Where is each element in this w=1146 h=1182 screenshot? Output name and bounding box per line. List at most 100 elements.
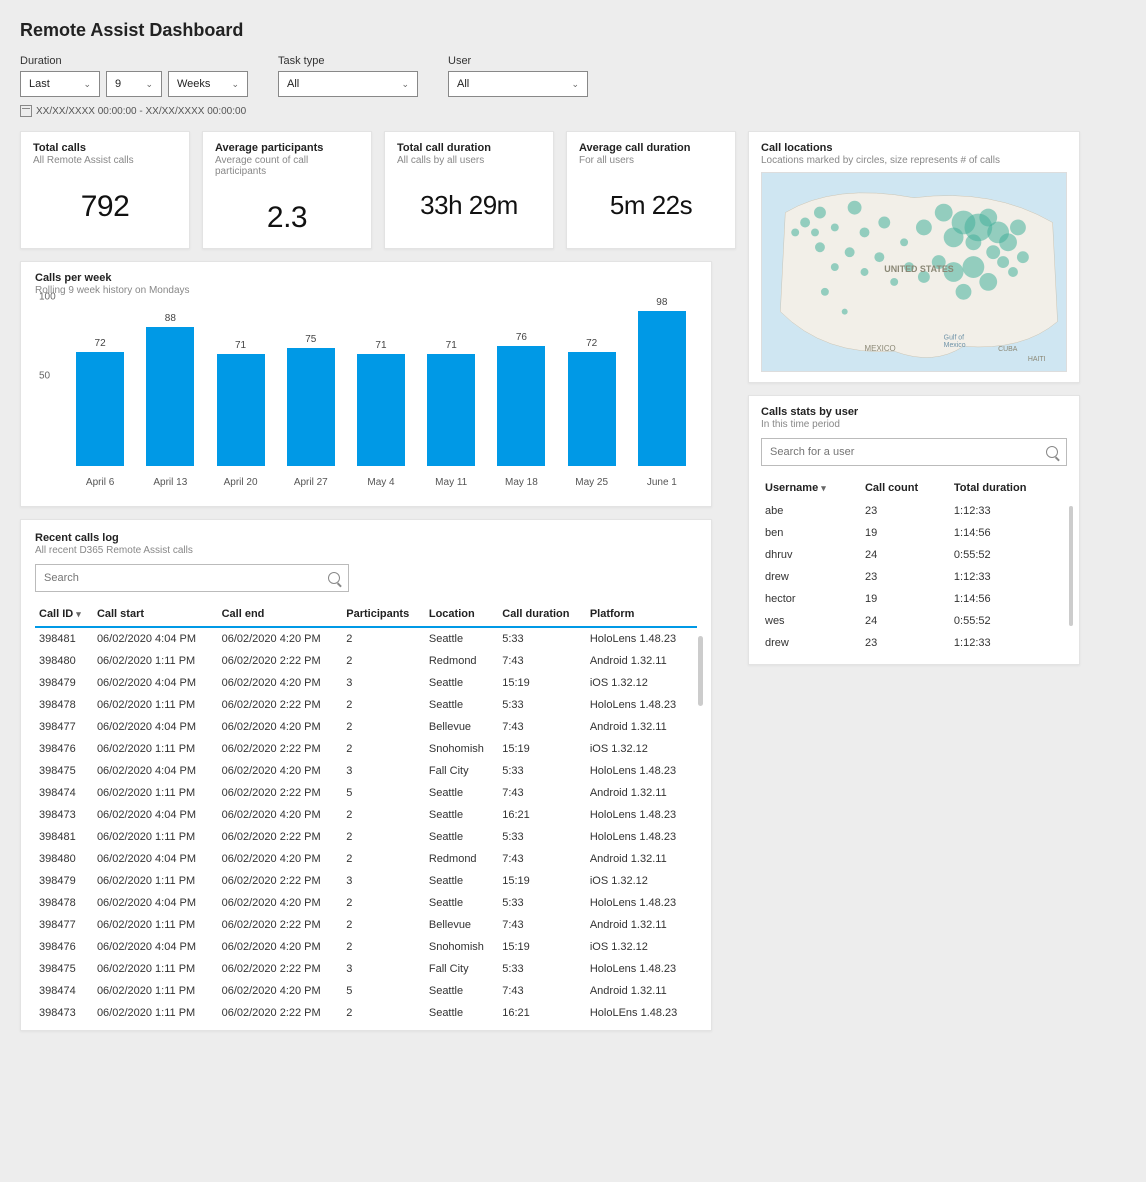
table-row[interactable]: 39847506/02/2020 1:11 PM06/02/2020 2:22 …: [35, 958, 697, 980]
table-row[interactable]: wes240:55:52: [761, 610, 1067, 632]
log-col[interactable]: Participants: [342, 602, 425, 627]
map-sub: Locations marked by circles, size repres…: [761, 155, 1067, 166]
cell: 06/02/2020 4:04 PM: [93, 804, 218, 826]
cell: Fall City: [425, 958, 498, 980]
cell: Seattle: [425, 826, 498, 848]
cell: 2: [342, 716, 425, 738]
cell: 398481: [35, 826, 93, 848]
bar: 98: [632, 297, 692, 466]
duration-num-select[interactable]: 9⌄: [106, 71, 162, 97]
table-row[interactable]: drew231:12:33: [761, 566, 1067, 588]
cell: dhruv: [761, 544, 861, 566]
cell: Android 1.32.11: [586, 914, 697, 936]
cell: 3: [342, 760, 425, 782]
stat-value: 5m 22s: [579, 190, 723, 221]
log-col[interactable]: Call duration: [498, 602, 586, 627]
bar-value-label: 76: [516, 332, 527, 343]
bar-rect: [357, 354, 405, 466]
user-select[interactable]: All⌄: [448, 71, 588, 97]
table-row[interactable]: 39847806/02/2020 1:11 PM06/02/2020 2:22 …: [35, 694, 697, 716]
bar-rect: [568, 352, 616, 466]
x-label: May 18: [491, 477, 551, 488]
user-search-input[interactable]: [770, 446, 1046, 458]
cell: Android 1.32.11: [586, 782, 697, 804]
table-row[interactable]: 39848106/02/2020 1:11 PM06/02/2020 2:22 …: [35, 826, 697, 848]
table-row[interactable]: 39847906/02/2020 1:11 PM06/02/2020 2:22 …: [35, 870, 697, 892]
user-stats-title: Calls stats by user: [761, 406, 1067, 418]
user-search-box[interactable]: [761, 438, 1067, 466]
col-total-duration[interactable]: Total duration: [950, 476, 1067, 500]
scrollbar[interactable]: [1069, 506, 1073, 626]
cell: 0:55:52: [950, 544, 1067, 566]
stat-sub: Average count of call participants: [215, 155, 359, 177]
table-row[interactable]: 39848006/02/2020 4:04 PM06/02/2020 4:20 …: [35, 848, 697, 870]
table-row[interactable]: 39847706/02/2020 1:11 PM06/02/2020 2:22 …: [35, 914, 697, 936]
cell: Bellevue: [425, 716, 498, 738]
y-tick: 100: [39, 292, 56, 303]
col-username[interactable]: Username: [761, 476, 861, 500]
cell: 06/02/2020 1:11 PM: [93, 980, 218, 1002]
cell: 398477: [35, 716, 93, 738]
table-row[interactable]: 39847806/02/2020 4:04 PM06/02/2020 4:20 …: [35, 892, 697, 914]
log-col[interactable]: Platform: [586, 602, 697, 627]
cell: 398475: [35, 958, 93, 980]
log-col[interactable]: Call end: [218, 602, 343, 627]
table-row[interactable]: 39847706/02/2020 4:04 PM06/02/2020 4:20 …: [35, 716, 697, 738]
cell: 398480: [35, 848, 93, 870]
duration-mode-select[interactable]: Last⌄: [20, 71, 100, 97]
log-search-box[interactable]: [35, 564, 349, 592]
cell: 7:43: [498, 980, 586, 1002]
log-col[interactable]: Location: [425, 602, 498, 627]
svg-text:CUBA: CUBA: [998, 346, 1018, 353]
table-row[interactable]: abe231:12:33: [761, 500, 1067, 522]
table-row[interactable]: 39847306/02/2020 1:11 PM06/02/2020 2:22 …: [35, 1002, 697, 1024]
cell: 1:12:33: [950, 632, 1067, 654]
cell: 2: [342, 694, 425, 716]
log-col[interactable]: Call ID: [35, 602, 93, 627]
cell: 15:19: [498, 936, 586, 958]
user-label: User: [448, 55, 588, 67]
table-row[interactable]: drew231:12:33: [761, 632, 1067, 654]
cell: Redmond: [425, 848, 498, 870]
cell: 24: [861, 544, 950, 566]
cell: 3: [342, 958, 425, 980]
x-label: April 6: [70, 477, 130, 488]
calls-per-week-chart: Calls per week Rolling 9 week history on…: [20, 261, 712, 507]
table-row[interactable]: ben191:14:56: [761, 522, 1067, 544]
map-area[interactable]: UNITED STATES MEXICO Gulf of Mexico CUBA…: [761, 172, 1067, 372]
cell: HoloLens 1.48.23: [586, 826, 697, 848]
bar-chart-area: 50100 728871757171767298 April 6April 13…: [65, 308, 697, 488]
table-row[interactable]: dhruv240:55:52: [761, 544, 1067, 566]
table-row[interactable]: 39847906/02/2020 4:04 PM06/02/2020 4:20 …: [35, 672, 697, 694]
table-row[interactable]: 39847506/02/2020 4:04 PM06/02/2020 4:20 …: [35, 760, 697, 782]
cell: 1:12:33: [950, 566, 1067, 588]
scrollbar[interactable]: [698, 636, 703, 706]
cell: Android 1.32.11: [586, 848, 697, 870]
cell: 2: [342, 914, 425, 936]
table-row[interactable]: 39847406/02/2020 1:11 PM06/02/2020 4:20 …: [35, 980, 697, 1002]
cell: 2: [342, 848, 425, 870]
table-row[interactable]: hector191:14:56: [761, 588, 1067, 610]
y-tick: 50: [39, 371, 50, 382]
log-col[interactable]: Call start: [93, 602, 218, 627]
cell: 06/02/2020 4:20 PM: [218, 804, 343, 826]
x-label: May 25: [562, 477, 622, 488]
table-row[interactable]: 39847306/02/2020 4:04 PM06/02/2020 4:20 …: [35, 804, 697, 826]
duration-unit-select[interactable]: Weeks⌄: [168, 71, 248, 97]
x-label: May 4: [351, 477, 411, 488]
cell: 5:33: [498, 826, 586, 848]
cell: Seattle: [425, 627, 498, 650]
col-call-count[interactable]: Call count: [861, 476, 950, 500]
log-search-input[interactable]: [44, 572, 328, 584]
table-row[interactable]: 39847606/02/2020 1:11 PM06/02/2020 2:22 …: [35, 738, 697, 760]
cell: 7:43: [498, 782, 586, 804]
table-row[interactable]: 39848106/02/2020 4:04 PM06/02/2020 4:20 …: [35, 627, 697, 650]
table-row[interactable]: 39847406/02/2020 1:11 PM06/02/2020 2:22 …: [35, 782, 697, 804]
chevron-down-icon: ⌄: [145, 79, 153, 90]
cell: 23: [861, 632, 950, 654]
table-row[interactable]: 39847606/02/2020 4:04 PM06/02/2020 4:20 …: [35, 936, 697, 958]
tasktype-select[interactable]: All⌄: [278, 71, 418, 97]
bar: 71: [211, 340, 271, 466]
bar-rect: [146, 327, 194, 466]
table-row[interactable]: 39848006/02/2020 1:11 PM06/02/2020 2:22 …: [35, 650, 697, 672]
